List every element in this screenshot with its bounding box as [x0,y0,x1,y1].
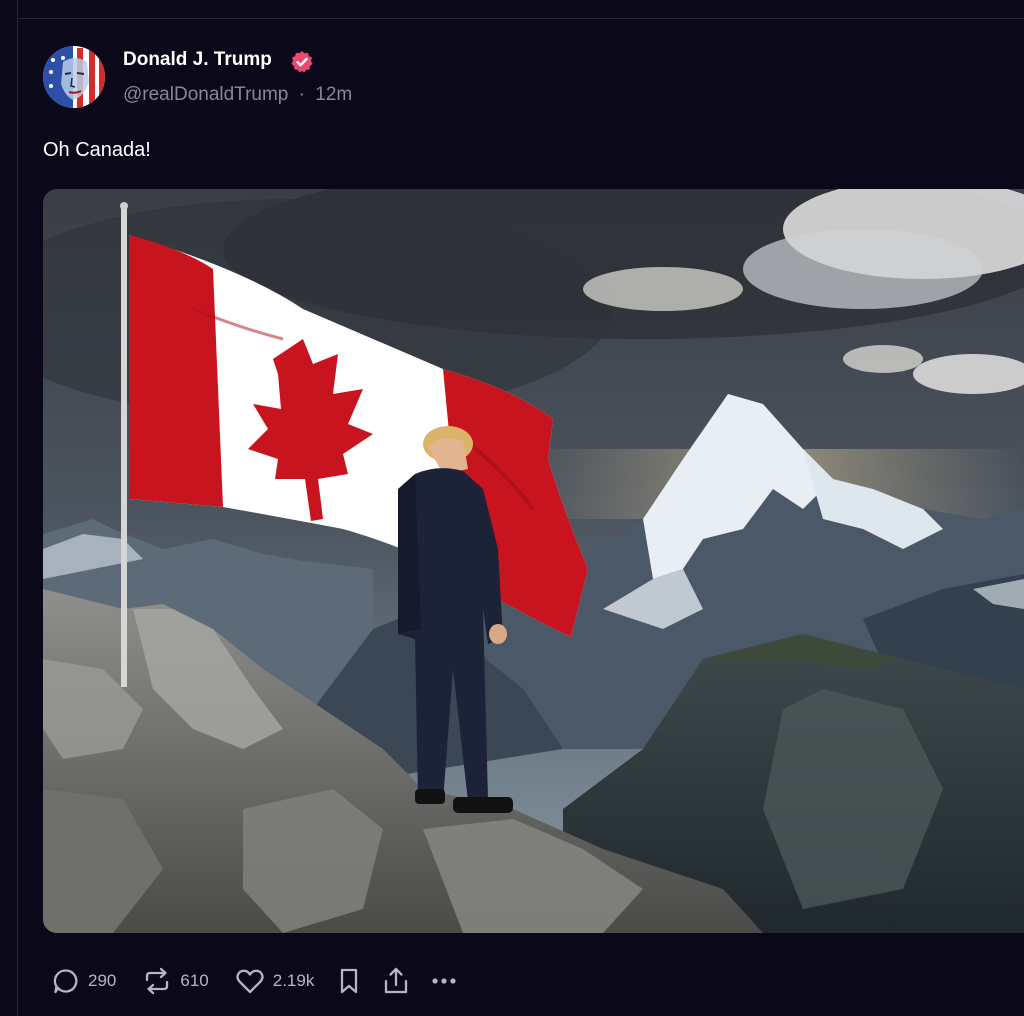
share-upload-icon [382,966,410,996]
verified-badge-icon [290,50,314,74]
post-image-scene [43,189,1024,933]
post-meta: @realDonaldTrump · 12m [123,84,352,106]
column-divider [17,0,18,1016]
bookmark-icon [336,966,362,996]
share-button[interactable] [382,966,410,996]
post-screen: Donald J. Trump @realDonaldTrump · 12m O… [0,0,1024,1016]
post-timestamp[interactable]: 12m [315,84,352,105]
reply-count: 290 [88,971,117,990]
meta-separator: · [298,84,305,105]
post-action-bar: 290 610 2.19k [43,960,460,1002]
post-text: Oh Canada! [43,139,151,161]
author-avatar[interactable] [43,46,105,108]
reply-button[interactable]: 290 [52,967,116,995]
bookmark-button[interactable] [336,966,362,996]
repost-button[interactable]: 610 [142,967,209,995]
speech-bubble-icon [52,967,80,995]
like-button[interactable]: 2.19k [235,967,315,995]
heart-icon [235,967,265,995]
like-count: 2.19k [272,971,315,990]
author-name[interactable]: Donald J. Trump [123,49,272,71]
author-handle[interactable]: @realDonaldTrump [123,84,288,105]
avatar-image [43,46,105,108]
more-options-button[interactable] [428,967,460,995]
repost-count: 610 [180,971,209,990]
post-image[interactable] [43,189,1024,933]
post-top-divider [17,18,1024,19]
repost-arrows-icon [142,967,172,995]
more-dots-icon [428,967,460,995]
